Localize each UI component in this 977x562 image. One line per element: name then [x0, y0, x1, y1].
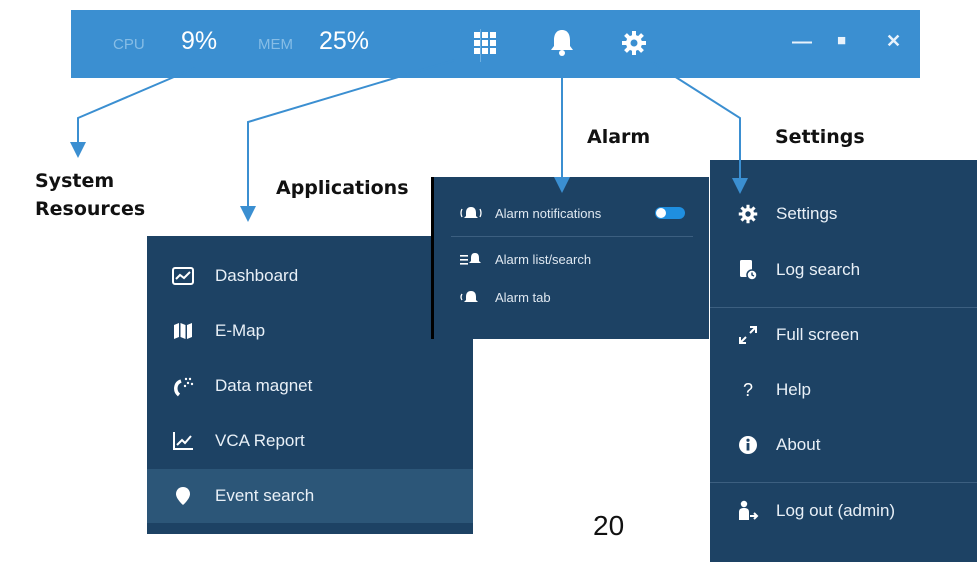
arrow-settings: [651, 61, 748, 194]
arrow-system-resources: [70, 67, 196, 158]
arrow-applications: [240, 59, 456, 222]
callout-arrows: [70, 59, 748, 222]
